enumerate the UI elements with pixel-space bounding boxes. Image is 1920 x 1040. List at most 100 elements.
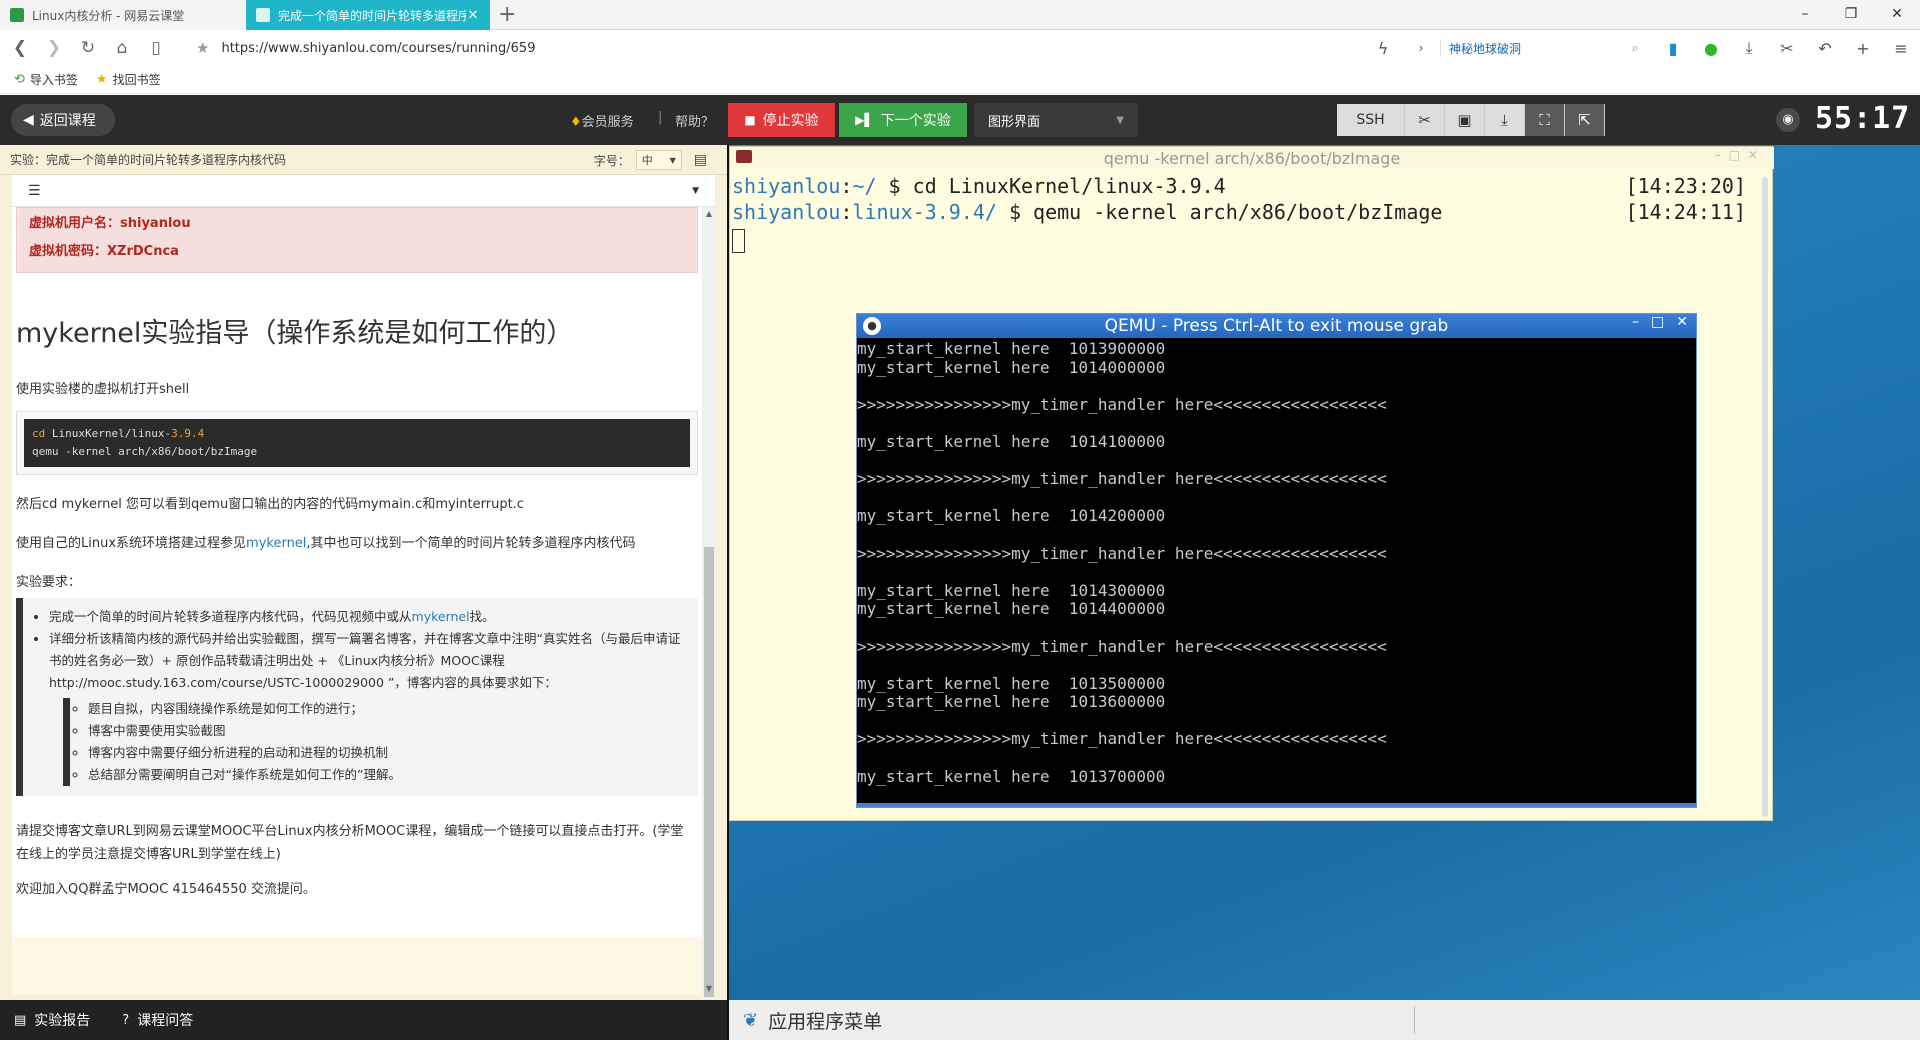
eye-icon[interactable]: ◉ — [1776, 108, 1800, 132]
terminal-line: shiyanlou:~/ $ cd LinuxKernel/linux-3.9.… — [732, 173, 1752, 199]
scroll-up-icon[interactable]: ▲ — [702, 209, 716, 218]
fullscreen-icon[interactable]: ⛶ — [1525, 104, 1565, 136]
refresh-icon[interactable]: ↻ — [74, 38, 102, 58]
minimize-icon[interactable]: – — [1632, 314, 1639, 330]
mykernel-link[interactable]: mykernel — [412, 609, 470, 624]
qemu-output-line: my_start_kernel here 1013600000 — [857, 692, 1166, 712]
scissors-icon[interactable]: ✂ — [1405, 104, 1445, 136]
chevron-right-icon[interactable]: › — [1402, 41, 1440, 55]
close-icon[interactable]: ✕ — [1676, 314, 1688, 330]
ssh-button[interactable]: SSH — [1337, 104, 1405, 136]
search-box[interactable]: 神秘地球破洞 — [1440, 39, 1616, 57]
code-keyword: cd — [32, 427, 46, 440]
qemu-output-line — [857, 619, 1696, 638]
list-item: 博客内容中需要仔细分析进程的启动和进程的切换机制 — [88, 742, 684, 764]
lab-timer: 55:17 — [1815, 101, 1911, 136]
minimize-button[interactable]: – — [1782, 0, 1828, 30]
member-service-link[interactable]: ♦会员服务 — [570, 111, 634, 130]
back-icon[interactable]: ❮ — [6, 38, 34, 58]
code-line: qemu -kernel arch/x86/boot/bzImage — [32, 445, 258, 458]
lab-toolbar: ◀ 返回课程 ♦会员服务 | 帮助？ ■ 停止实验 ▶▌ 下一个实验 图形界面 … — [0, 95, 1920, 145]
scissors-icon[interactable]: ✂ — [1768, 39, 1806, 58]
terminal-scrollbar[interactable] — [1762, 177, 1768, 817]
bookmark-recover[interactable]: ★ 找回书签 — [96, 71, 161, 88]
section-heading: mykernel实验指导（操作系统是如何工作的） — [16, 318, 574, 349]
qemu-output-line — [857, 377, 1696, 396]
taskbar-separator — [1414, 1006, 1415, 1034]
paragraph-submit: 请提交博客文章URL到网易云课堂MOOC平台Linux内核分析MOOC课程，编辑… — [16, 824, 684, 862]
close-window-button[interactable]: ✕ — [1874, 0, 1920, 30]
forward-icon[interactable]: ❯ — [40, 38, 68, 58]
qemu-output-line: my_start_kernel here 1014200000 — [857, 506, 1166, 526]
terminal-window-controls[interactable]: –□✕ — [1715, 148, 1766, 162]
menu-icon[interactable]: ≡ — [1882, 39, 1920, 58]
requirements-title: 实验要求： — [16, 575, 82, 590]
paragraph-mykernel: 然后cd mykernel 您可以看到qemu窗口输出的内容的代码mymain.… — [16, 497, 524, 512]
help-link[interactable]: 帮助？ — [675, 111, 714, 130]
content-scrollbar[interactable]: ▲ ▼ — [702, 207, 716, 997]
qemu-console[interactable]: my_start_kernel here 1013900000 my_start_… — [857, 338, 1696, 786]
member-label: 会员服务 — [581, 115, 634, 130]
favorite-star-icon[interactable]: ★ — [196, 39, 209, 57]
terminal-output[interactable]: shiyanlou:~/ $ cd LinuxKernel/linux-3.9.… — [732, 173, 1752, 253]
stop-lab-button[interactable]: ■ 停止实验 — [728, 103, 835, 137]
document-icon[interactable]: ▤ — [694, 152, 707, 168]
home-icon[interactable]: ⌂ — [108, 38, 136, 58]
close-tab-icon[interactable]: ✕ — [466, 8, 480, 23]
download-icon[interactable]: ⤓ — [1485, 104, 1525, 136]
qemu-output-line: >>>>>>>>>>>>>>>>my_timer_handler here<<<… — [857, 729, 1387, 749]
course-qa-button[interactable]: ? 课程问答 — [122, 1010, 193, 1030]
add-icon[interactable]: + — [1844, 39, 1882, 58]
prompt-sep: : — [840, 174, 853, 198]
new-tab-button[interactable]: + — [498, 2, 516, 27]
font-size-select[interactable]: 中 ▼ — [635, 150, 682, 170]
scroll-down-icon[interactable]: ▼ — [702, 984, 716, 993]
screenshot-icon[interactable]: ▣ — [1445, 104, 1485, 136]
back-to-course-button[interactable]: ◀ 返回课程 — [11, 104, 115, 136]
list-item: 题目自拟，内容围绕操作系统是如何工作的进行； — [88, 698, 684, 720]
reader-icon[interactable]: ▯ — [142, 38, 170, 58]
download-icon[interactable]: ⤓ — [1730, 38, 1768, 58]
tab-title: 完成一个简单的时间片轮转多道程序 — [278, 8, 466, 23]
wechat-icon[interactable]: ● — [1692, 39, 1730, 58]
command: $ qemu -kernel arch/x86/boot/bzImage — [996, 200, 1443, 224]
restore-button[interactable]: ❐ — [1828, 0, 1874, 30]
maximize-icon[interactable]: □ — [1651, 314, 1664, 330]
tab-shiyanlou[interactable]: 完成一个简单的时间片轮转多道程序 ✕ — [246, 0, 490, 30]
lightning-icon[interactable]: ϟ — [1364, 39, 1402, 58]
qemu-window[interactable]: ● QEMU - Press Ctrl-Alt to exit mouse gr… — [856, 313, 1697, 808]
scroll-thumb[interactable] — [704, 547, 714, 997]
tab-netease[interactable]: Linux内核分析 - 网易云课堂 — [0, 0, 246, 30]
display-mode-select[interactable]: 图形界面 ▼ — [974, 103, 1138, 137]
lab-report-button[interactable]: ▤ 实验报告 — [14, 1010, 90, 1030]
tab-title: Linux内核分析 - 网易云课堂 — [32, 8, 185, 23]
applications-menu-button[interactable]: 应用程序菜单 — [768, 1007, 882, 1034]
bookmark-label: 找回书签 — [112, 73, 161, 87]
paragraph-env: 使用自己的Linux系统环境搭建过程参见mykernel,其中也可以找到一个简单… — [16, 532, 702, 551]
paragraph-qq: 欢迎加入QQ群孟宁MOOC 415464550 交流提问。 — [16, 882, 316, 897]
window-controls: – ❐ ✕ — [1782, 0, 1920, 30]
next-icon: ▶▌ — [855, 113, 874, 127]
bookmarks-bar: ⟲ 导入书签 ★ 找回书签 — [0, 66, 1920, 94]
xfce-menu-icon[interactable]: ❦ — [743, 1010, 758, 1031]
mykernel-link[interactable]: mykernel — [246, 536, 306, 551]
timestamp: [14:23:20] — [1625, 174, 1746, 198]
bookmark-import[interactable]: ⟲ 导入书签 — [14, 71, 78, 88]
list-icon[interactable]: ☰ — [28, 183, 41, 199]
chevron-down-icon: ▼ — [669, 155, 676, 165]
external-link-icon[interactable]: ⇱ — [1565, 104, 1605, 136]
text-cursor — [732, 228, 745, 253]
search-icon[interactable]: ⌕ — [1616, 41, 1654, 56]
vm-credentials: 虚拟机用户名：shiyanlou 虚拟机密码：XZrDCnca — [16, 207, 698, 273]
qemu-output-line: >>>>>>>>>>>>>>>>my_timer_handler here<<<… — [857, 636, 1387, 656]
lab-title-bar: 实验：完成一个简单的时间片轮转多道程序内核代码 字号： 中 ▼ ▤ — [0, 145, 727, 175]
address-bar[interactable]: https://www.shiyanlou.com/courses/runnin… — [221, 41, 1371, 56]
note-block — [12, 937, 702, 995]
vm-tools: SSH ✂ ▣ ⤓ ⛶ ⇱ — [1337, 104, 1605, 136]
terminal-titlebar[interactable]: qemu -kernel arch/x86/boot/bzImage –□✕ — [730, 147, 1774, 169]
chevron-down-icon[interactable]: ▼ — [692, 186, 699, 196]
qemu-titlebar[interactable]: ● QEMU - Press Ctrl-Alt to exit mouse gr… — [857, 314, 1696, 338]
undo-icon[interactable]: ↶ — [1806, 39, 1844, 58]
bookmark-icon[interactable]: ▮ — [1654, 39, 1692, 58]
next-lab-button[interactable]: ▶▌ 下一个实验 — [839, 103, 967, 137]
